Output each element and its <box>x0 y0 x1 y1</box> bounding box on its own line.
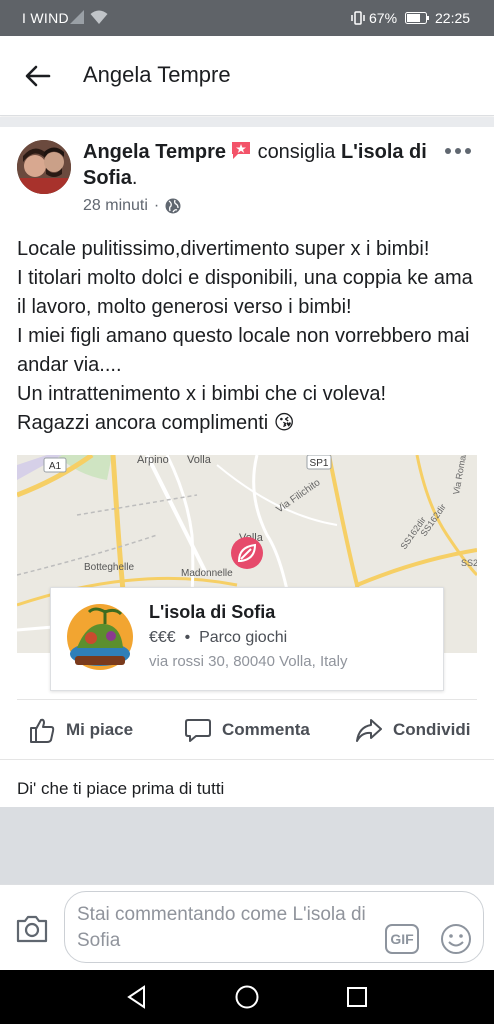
author-name[interactable]: Angela Tempre <box>83 141 226 163</box>
emoji-button[interactable] <box>439 922 473 956</box>
map-label-ss2: SS2 <box>461 558 477 568</box>
comment-label: Commenta <box>222 720 310 739</box>
status-bar: I WIND 67% 22:25 <box>0 0 494 36</box>
place-category-label: Parco giochi <box>199 629 288 646</box>
like-prompt[interactable]: Di' che ti piace prima di tutti <box>17 779 224 799</box>
share-button[interactable]: Condividi <box>355 710 470 750</box>
comment-input[interactable]: Stai commentando come L'isola di Sofia G… <box>64 891 484 963</box>
divider <box>0 759 494 760</box>
like-label: Mi piace <box>66 720 134 739</box>
gif-button[interactable]: GIF <box>385 924 419 954</box>
post-card: Angela Tempre consiglia L'isola di Sofia… <box>0 127 494 807</box>
map-label-sp1: SP1 <box>310 458 329 469</box>
head-period: . <box>131 167 138 189</box>
recommend-badge-icon <box>232 142 250 159</box>
arrow-left-icon <box>25 65 51 87</box>
more-options-button[interactable] <box>443 141 473 161</box>
thumbs-up-icon <box>30 718 55 743</box>
divider <box>17 699 477 700</box>
nav-home-icon[interactable] <box>234 984 260 1010</box>
smiley-icon <box>441 924 471 954</box>
carrier-name: I WIND <box>22 10 69 26</box>
battery-icon <box>405 12 429 24</box>
comment-placeholder: Stai commentando come L'isola di Sofia <box>77 904 366 951</box>
comment-composer: Stai commentando come L'isola di Sofia G… <box>0 884 494 970</box>
nav-back-icon[interactable] <box>124 984 150 1010</box>
more-dots-icon <box>445 148 471 154</box>
feed-gap <box>0 117 494 127</box>
battery-percent: 67% <box>369 10 398 26</box>
clock: 22:25 <box>435 10 471 26</box>
share-arrow-icon <box>356 719 382 742</box>
place-price: €€€ <box>149 629 176 646</box>
camera-button[interactable] <box>14 911 50 947</box>
signal-icon <box>70 10 84 24</box>
avatar[interactable] <box>17 140 71 194</box>
page-title: Angela Tempre <box>83 62 231 87</box>
comment-bubble-icon <box>185 719 211 742</box>
vibrate-icon <box>351 11 365 25</box>
recommend-verb: consiglia <box>257 141 336 163</box>
post-text: Locale pulitissimo,divertimento super x … <box>17 238 473 434</box>
map-label-volla-top: Volla <box>187 455 212 466</box>
avatar-image <box>17 140 71 194</box>
app-header: Angela Tempre <box>0 36 494 116</box>
comment-button[interactable]: Commenta <box>184 710 310 750</box>
post-header: Angela Tempre consiglia L'isola di Sofia… <box>83 139 433 191</box>
meta-separator: · <box>153 197 160 214</box>
map-label-botteghelle: Botteghelle <box>84 562 134 573</box>
map-label-arpino: Arpino <box>137 455 169 466</box>
post-actions: Mi piace Commenta Condividi <box>0 710 494 750</box>
place-name: L'isola di Sofia <box>149 602 276 622</box>
place-category: €€€ • Parco giochi <box>149 629 287 647</box>
map-label-madonnelle: Madonnelle <box>181 568 233 579</box>
globe-icon <box>165 198 181 214</box>
system-nav-bar <box>0 970 494 1024</box>
place-logo <box>67 604 133 670</box>
back-button[interactable] <box>18 58 58 94</box>
map-label-a1: A1 <box>49 461 62 472</box>
timestamp[interactable]: 28 minuti <box>83 197 148 215</box>
wifi-icon <box>90 10 108 24</box>
place-address: via rossi 30, 80040 Volla, Italy <box>149 653 348 670</box>
camera-icon <box>16 915 48 943</box>
map-pin-icon <box>231 537 263 569</box>
like-button[interactable]: Mi piace <box>28 710 133 750</box>
nav-recents-icon[interactable] <box>344 984 370 1010</box>
place-card[interactable]: L'isola di Sofia €€€ • Parco giochi via … <box>50 587 444 691</box>
post-meta: 28 minuti · <box>83 197 181 215</box>
share-label: Condividi <box>393 720 471 739</box>
empty-comments-area <box>0 807 494 884</box>
place-dot: • <box>184 629 191 646</box>
